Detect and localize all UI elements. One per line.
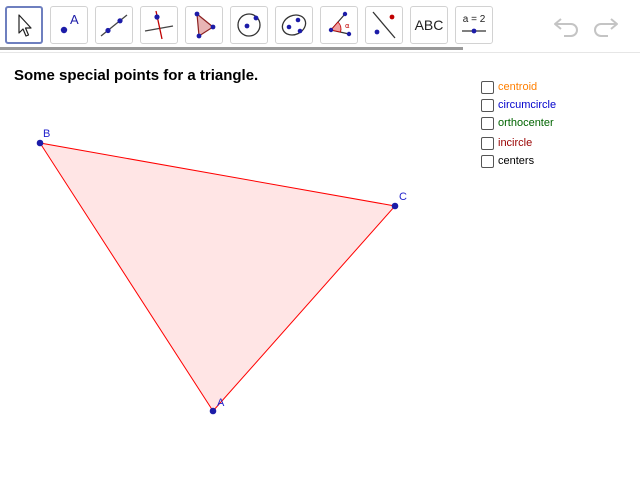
checkbox-label: orthocenter	[498, 117, 554, 129]
svg-text:a = 2: a = 2	[463, 14, 486, 25]
slider-icon: a = 2	[462, 14, 486, 34]
graphics-view[interactable]: A B C	[0, 52, 470, 492]
svg-text:A: A	[70, 12, 79, 27]
svg-text:α: α	[345, 22, 350, 30]
checkbox-label: incircle	[498, 137, 533, 149]
toolbar-scroll-track	[0, 47, 463, 50]
line-through-points-icon	[100, 14, 128, 37]
angle-tool-button[interactable]: α	[320, 6, 358, 44]
point-b-label: B	[43, 128, 50, 140]
point-a-label: A	[217, 397, 225, 409]
circumcircle-checkbox[interactable]: circumcircle	[481, 97, 556, 113]
circle-tool-button[interactable]	[230, 6, 268, 44]
slider-tool-button[interactable]: a = 2	[455, 6, 493, 44]
ellipse-icon	[281, 14, 307, 36]
redo-button[interactable]	[590, 12, 620, 40]
point-a-icon: A	[60, 12, 79, 34]
point-a[interactable]	[209, 407, 217, 415]
undo-icon	[554, 18, 578, 37]
move-tool-button[interactable]	[5, 6, 43, 44]
undo-button[interactable]	[552, 12, 582, 40]
incircle-checkbox[interactable]: incircle	[481, 135, 532, 151]
triangle-polygon[interactable]	[38, 142, 396, 412]
polygon-icon	[194, 11, 216, 39]
arrow-pointer-icon	[18, 14, 32, 37]
checkbox-box[interactable]	[481, 136, 494, 150]
reflect-tool-button[interactable]	[365, 6, 403, 44]
checkbox-label: circumcircle	[498, 99, 557, 111]
reflect-line-icon	[372, 11, 396, 39]
angle-icon: α	[328, 11, 352, 37]
toolbar: A α ABC a = 2	[0, 0, 640, 53]
perpendicular-line-tool-button[interactable]	[140, 6, 178, 44]
checkbox-label: centroid	[498, 81, 538, 93]
checkbox-box[interactable]	[481, 116, 494, 130]
checkbox-box[interactable]	[481, 98, 494, 112]
text-tool-button[interactable]: ABC	[410, 6, 448, 44]
polygon-tool-button[interactable]	[185, 6, 223, 44]
line-tool-button[interactable]	[95, 6, 133, 44]
centers-checkbox[interactable]: centers	[481, 153, 534, 169]
point-tool-button[interactable]: A	[50, 6, 88, 44]
perpendicular-line-icon	[144, 10, 174, 40]
centroid-checkbox[interactable]: centroid	[481, 79, 537, 95]
conic-tool-button[interactable]	[275, 6, 313, 44]
text-icon: ABC	[414, 17, 444, 33]
circle-center-point-icon	[237, 13, 261, 37]
point-b[interactable]	[36, 139, 44, 147]
orthocenter-checkbox[interactable]: orthocenter	[481, 115, 554, 131]
checkbox-label: centers	[498, 155, 535, 167]
checkbox-box[interactable]	[481, 80, 494, 94]
checkbox-box[interactable]	[481, 154, 494, 168]
redo-icon	[594, 18, 618, 37]
point-c-label: C	[399, 191, 407, 203]
point-c[interactable]	[391, 202, 399, 210]
